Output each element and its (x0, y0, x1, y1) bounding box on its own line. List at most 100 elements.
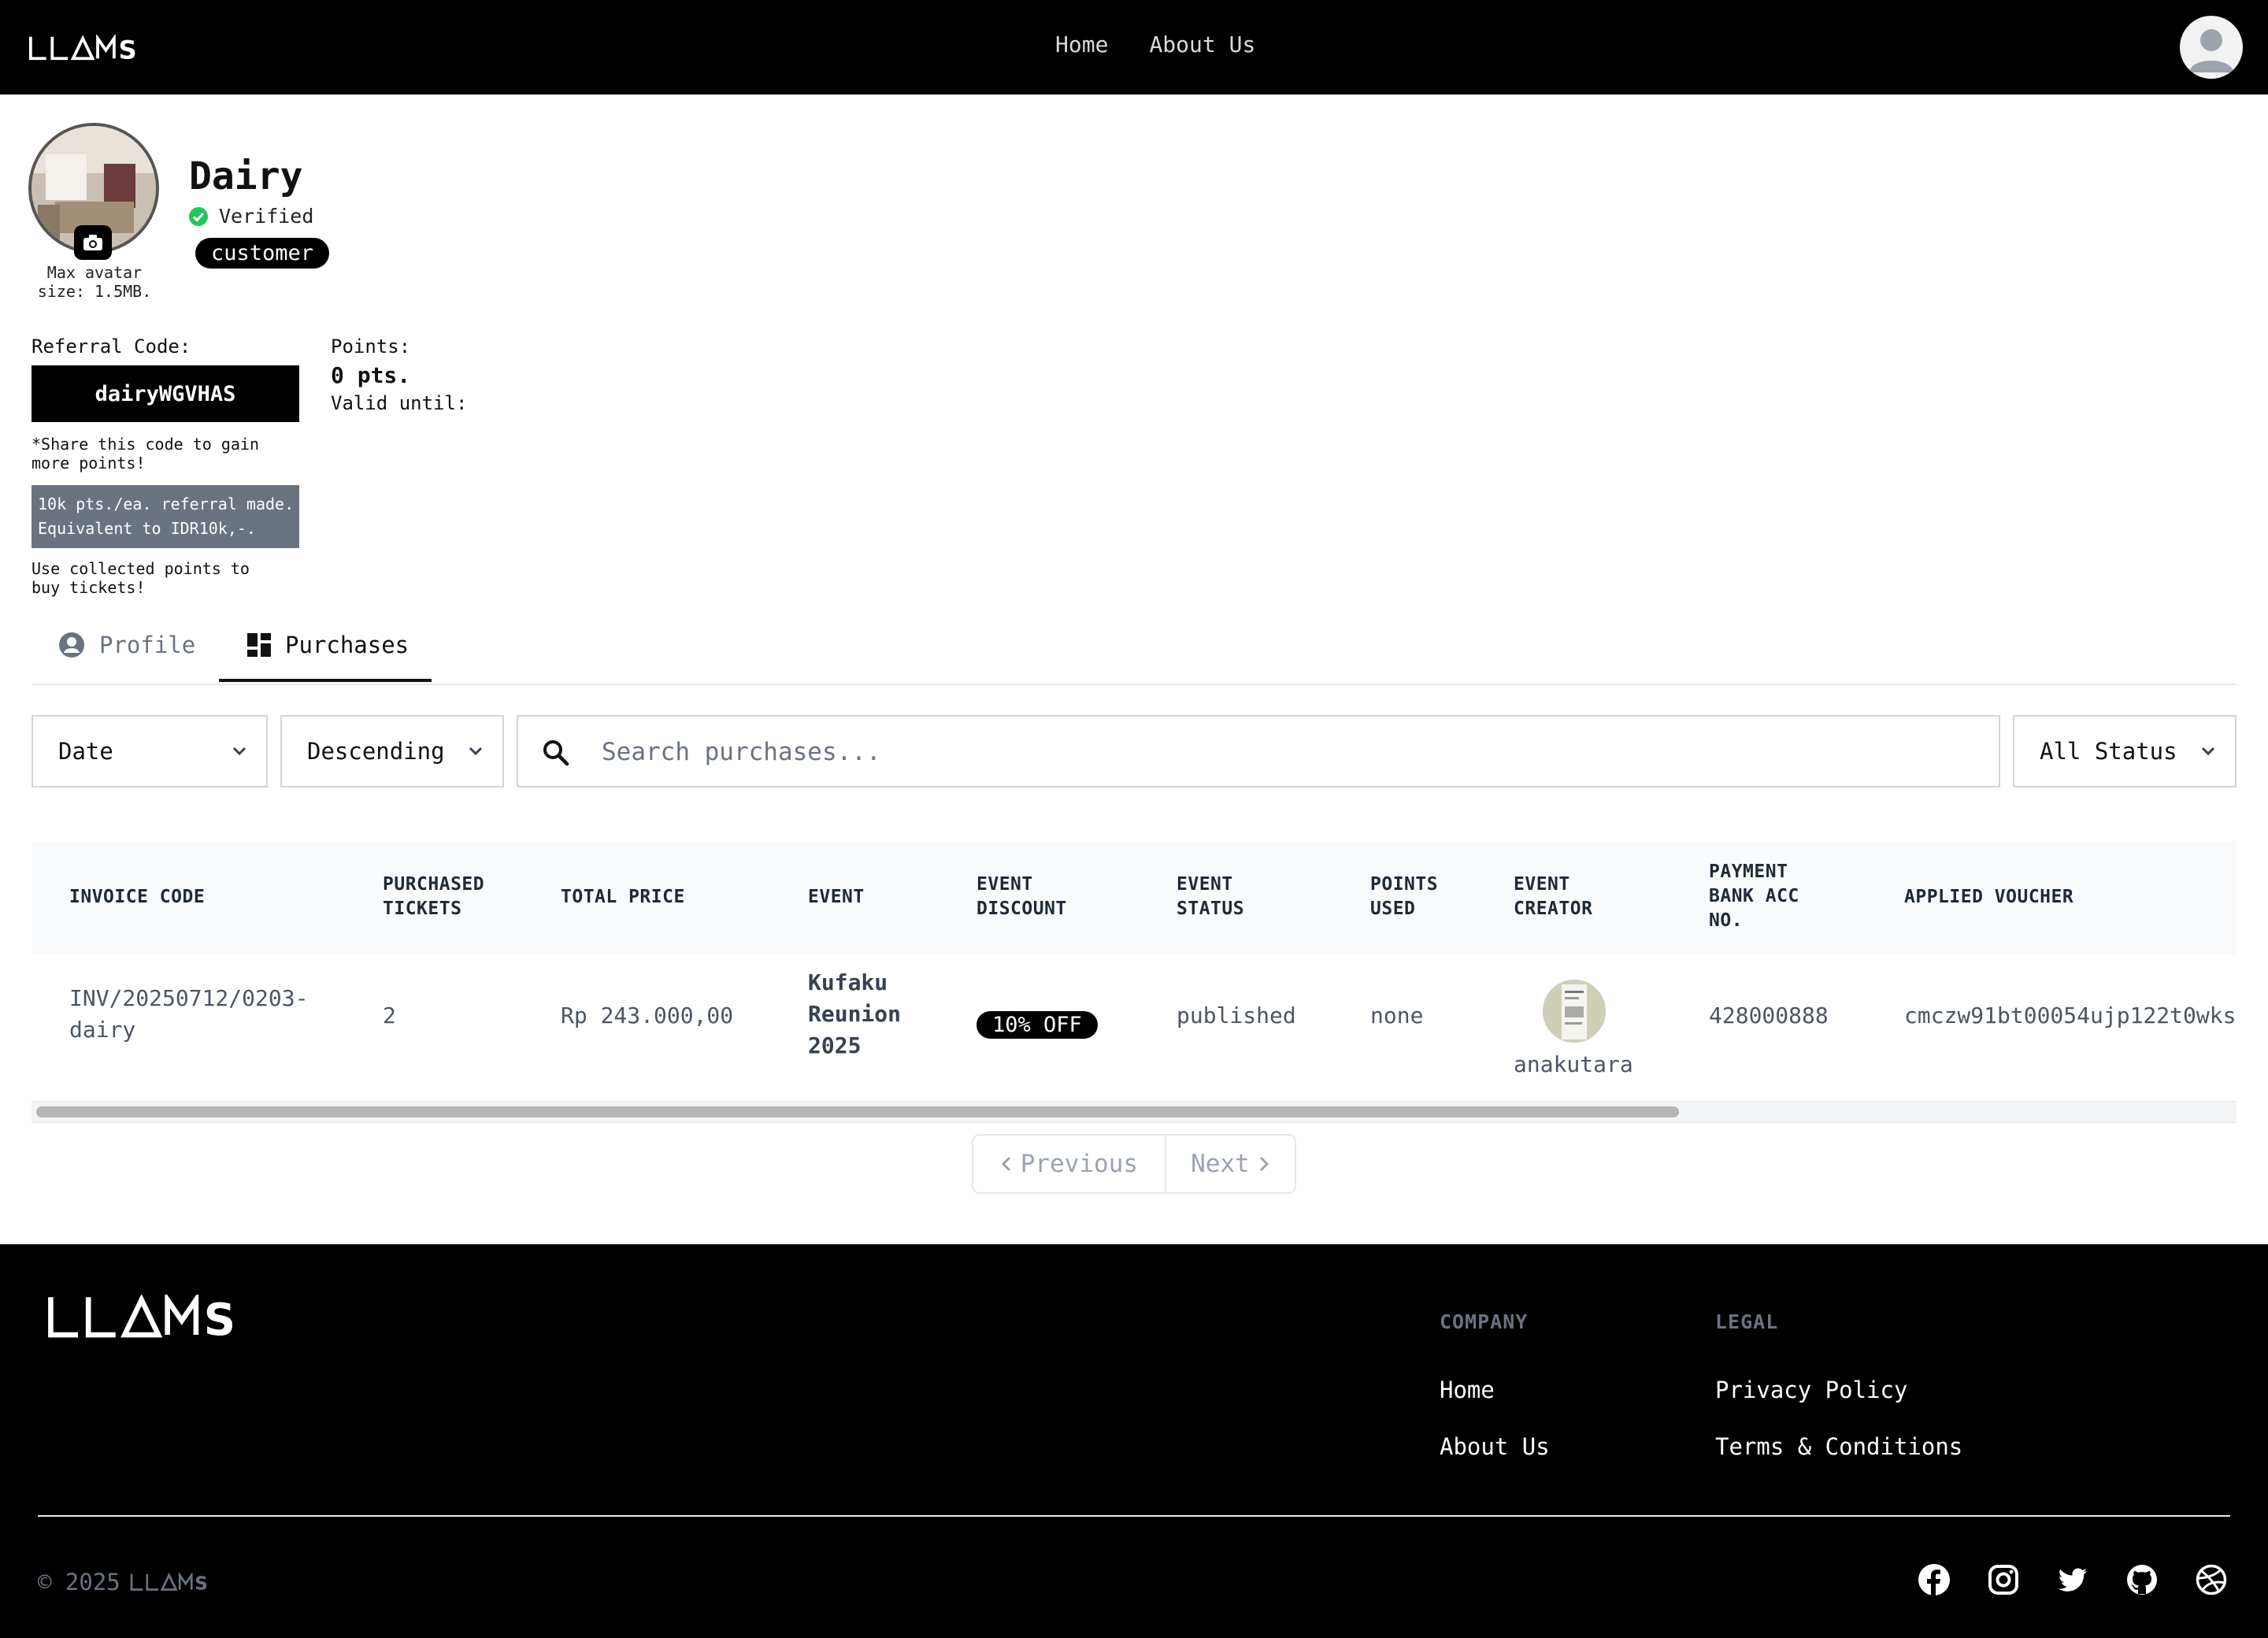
copyright-text: © 2025 (38, 1569, 120, 1595)
column-header: PAYMENT BANK ACC NO. (1709, 862, 1799, 931)
copyright-logo: S (130, 1573, 208, 1592)
column-header: EVENT DISCOUNT (976, 874, 1067, 919)
points-used-cell: none (1370, 1002, 1424, 1028)
event-cell: Kufaku Reunion 2025 (808, 969, 902, 1058)
status-value: All Status (2040, 738, 2177, 765)
bank-acc-cell: 428000888 (1709, 1002, 1829, 1028)
profile-tabs: Profile Purchases (32, 606, 2236, 685)
previous-label: Previous (1020, 1150, 1139, 1178)
column-header: POINTS USED (1370, 874, 1439, 919)
check-circle-icon (189, 206, 208, 226)
brand-logo[interactable]: S (28, 35, 140, 61)
column-header: EVENT (808, 887, 865, 907)
tab-purchases-content[interactable]: Purchases (247, 606, 409, 684)
svg-text:S: S (204, 1295, 235, 1339)
footer-link-home[interactable]: Home (1440, 1377, 1495, 1403)
footer-logo[interactable]: S (44, 1295, 244, 1339)
referral-label: Referral Code: (32, 335, 191, 358)
voucher-cell: cmczw91bt00054ujp122t0wks (1904, 1002, 2236, 1028)
referral-code[interactable]: dairyWGVHAS (32, 365, 299, 422)
footer-link-about-us[interactable]: About Us (1440, 1433, 1550, 1460)
previous-page-button[interactable]: Previous (973, 1136, 1166, 1192)
profile-avatar (28, 123, 159, 260)
chevron-right-icon (1259, 1156, 1269, 1172)
user-avatar-button[interactable] (2180, 16, 2243, 79)
tab-label: Purchases (285, 632, 410, 658)
company-heading: COMPANY (1440, 1310, 1529, 1333)
change-avatar-button[interactable] (74, 225, 112, 260)
user-silhouette-icon (2189, 29, 2233, 72)
nav-home[interactable]: Home (1055, 32, 1108, 57)
creator-name-cell: anakutara (1514, 1051, 1633, 1077)
svg-text:S: S (195, 1574, 208, 1592)
chevron-down-icon (232, 747, 246, 756)
column-header: TOTAL PRICE (561, 887, 685, 907)
avatar-size-note: Max avatar size: 1.5MB. (37, 263, 152, 301)
table-row[interactable]: INV/20250712/0203-dairy 2 Rp 243.000,00 … (32, 954, 2236, 1120)
active-tab-indicator (219, 679, 432, 682)
sort-by-value: Date (58, 738, 113, 765)
social-links (1918, 1564, 2227, 1595)
tab-purchases[interactable] (219, 606, 244, 684)
instagram-icon[interactable] (1988, 1564, 2019, 1595)
invoice-code-cell: INV/20250712/0203-dairy (69, 985, 309, 1043)
footer-link-terms[interactable]: Terms & Conditions (1715, 1433, 1962, 1460)
sort-order-select[interactable]: Descending (280, 715, 504, 788)
camera-icon (83, 235, 102, 250)
use-points-note: Use collected points to buy tickets! (32, 559, 250, 597)
facebook-icon[interactable] (1918, 1564, 1950, 1595)
dribbble-icon[interactable] (2196, 1564, 2227, 1595)
search-icon (543, 740, 569, 766)
chevron-left-icon (1001, 1156, 1010, 1172)
scrollbar-thumb[interactable] (36, 1106, 1679, 1117)
tab-profile[interactable]: Profile (58, 606, 195, 684)
chevron-down-icon (469, 747, 483, 756)
next-page-button[interactable]: Next (1166, 1136, 1295, 1192)
next-label: Next (1191, 1150, 1250, 1178)
points-value: 0 pts. (331, 362, 411, 388)
role-badge: customer (195, 238, 330, 269)
page: { "header": { "brand": "LLAMS", "nav": [… (0, 0, 2268, 1638)
pagination: Previous Next (972, 1134, 1296, 1194)
footer-divider (38, 1515, 2230, 1517)
user-circle-icon (59, 632, 84, 658)
total-price-cell: Rp 243.000,00 (561, 1002, 734, 1028)
valid-until-label: Valid until: (331, 392, 468, 414)
referral-info-line: 10k pts./ea. referral made. (38, 495, 295, 513)
footer: S COMPANY Home About Us LEGAL Privacy Po… (0, 1244, 2268, 1638)
referral-info-box: 10k pts./ea. referral made. Equivalent t… (32, 485, 299, 548)
nav-about-us[interactable]: About Us (1149, 32, 1255, 57)
status-select[interactable]: All Status (2013, 715, 2236, 788)
share-note: *Share this code to gain more points! (32, 435, 259, 472)
search-box (517, 715, 2000, 788)
purchased-tickets-cell: 2 (383, 1002, 396, 1028)
verified-status: Verified (189, 205, 313, 228)
search-input[interactable] (600, 732, 1942, 772)
points-label: Points: (331, 335, 411, 358)
referral-info-line: Equivalent to IDR10k,-. (38, 519, 256, 538)
chevron-down-icon (2201, 747, 2215, 756)
legal-heading: LEGAL (1715, 1310, 1779, 1333)
discount-badge: 10% OFF (976, 1011, 1098, 1039)
footer-link-privacy-policy[interactable]: Privacy Policy (1715, 1377, 1907, 1403)
main-nav: Home About Us (1055, 32, 1255, 57)
creator-avatar (1543, 980, 1606, 1043)
copyright: © 2025 S (38, 1569, 210, 1595)
tab-label: Profile (99, 632, 196, 658)
column-header: EVENT STATUS (1177, 874, 1245, 919)
profile-name: Dairy (189, 154, 303, 198)
column-header: INVOICE CODE (69, 887, 206, 907)
event-status-cell: published (1177, 1002, 1296, 1028)
purchases-table: INVOICE CODE PURCHASED TICKETS TOTAL PRI… (32, 841, 2236, 1120)
column-header: EVENT CREATOR (1514, 874, 1593, 919)
sort-by-select[interactable]: Date (32, 715, 268, 788)
github-icon[interactable] (2126, 1564, 2158, 1595)
twitter-icon[interactable] (2057, 1564, 2088, 1595)
table-header: INVOICE CODE PURCHASED TICKETS TOTAL PRI… (32, 841, 2236, 954)
column-header: PURCHASED TICKETS (383, 874, 485, 919)
top-navbar: S Home About Us (0, 0, 2268, 94)
horizontal-scrollbar[interactable] (32, 1101, 2236, 1123)
sort-order-value: Descending (307, 738, 445, 765)
column-header: APPLIED VOUCHER (1904, 887, 2074, 907)
svg-text:S: S (119, 35, 137, 61)
